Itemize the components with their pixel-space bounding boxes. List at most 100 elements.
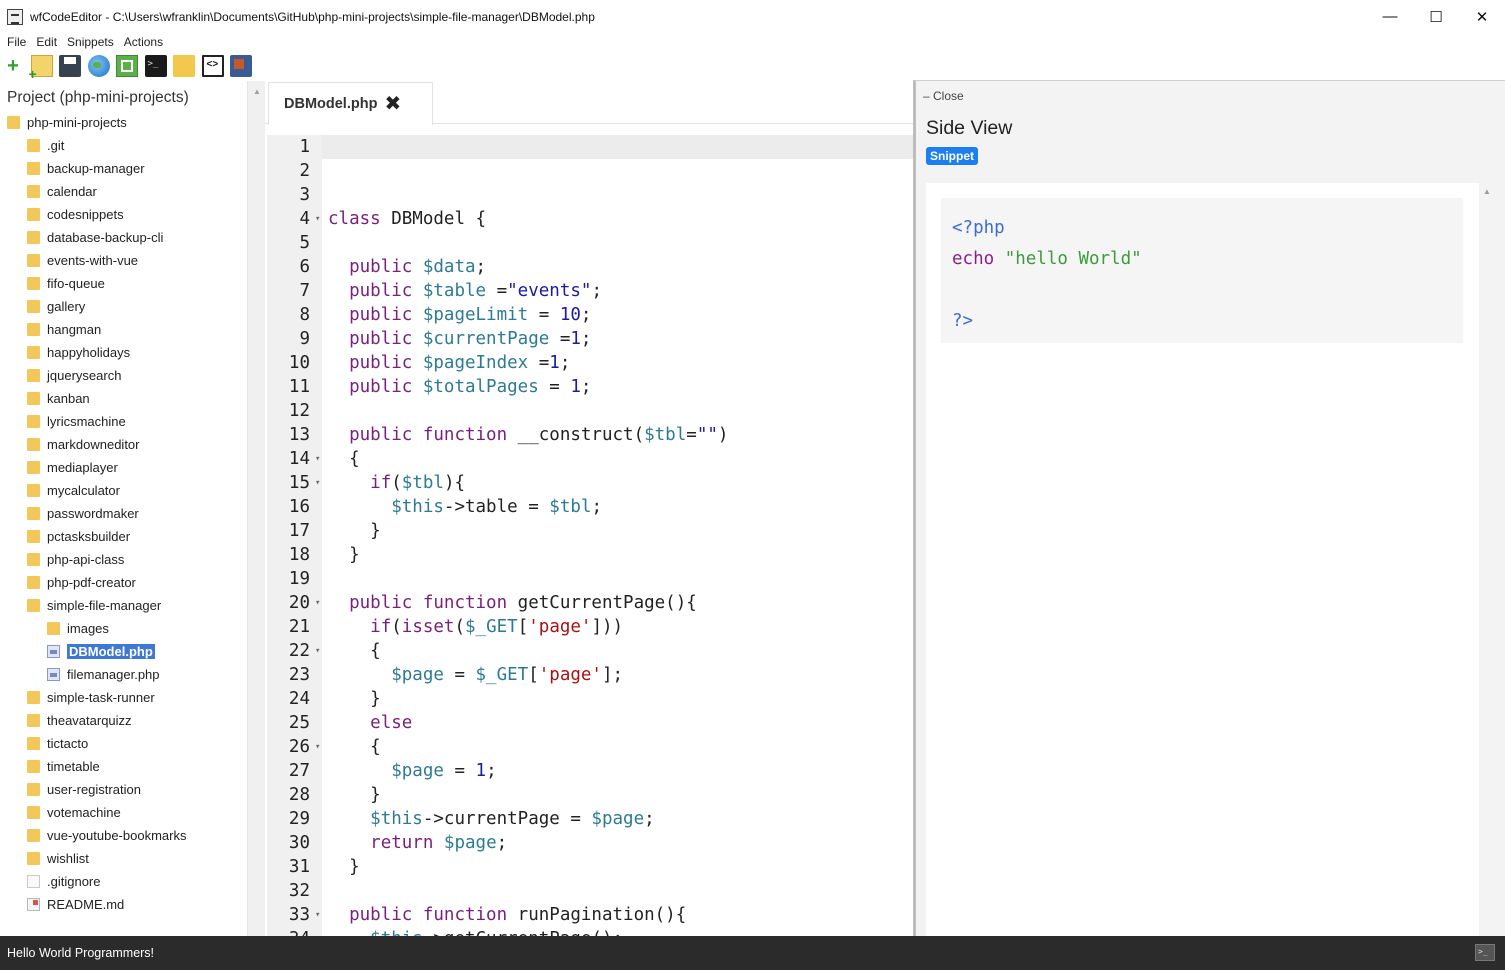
code-line: public function runPagination(){ <box>349 905 687 925</box>
tree-folder[interactable]: lyricsmachine <box>27 411 126 431</box>
line-number: 14 <box>288 449 310 469</box>
tree-item-label: calendar <box>47 183 97 199</box>
code-line: { <box>328 449 360 469</box>
tree-item-label: database-backup-cli <box>47 229 164 245</box>
folder-icon <box>27 391 40 405</box>
tree-folder[interactable]: fifo-queue <box>27 273 105 293</box>
tree-file[interactable]: filemanager.php <box>47 664 160 684</box>
code-line: { <box>328 641 381 661</box>
tree-folder[interactable]: timetable <box>27 756 100 776</box>
tree-folder[interactable]: passwordmaker <box>27 503 139 523</box>
line-number: 13 <box>288 425 310 445</box>
minimize-button[interactable]: — <box>1367 0 1413 33</box>
tree-folder[interactable]: happyholidays <box>27 342 130 362</box>
window-controls: — ☐ ✕ <box>1367 0 1505 33</box>
tree-folder[interactable]: php-api-class <box>27 549 124 569</box>
code-editor[interactable]: 1 2 3 4 ▾ 5 6 7 8 9 10 11 12 13 14 ▾ 15 ▾ 16 17 18 19 20 ▾ 21 22 ▾… <box>267 135 913 936</box>
save-icon[interactable] <box>59 55 81 77</box>
menu-actions[interactable]: Actions <box>124 35 163 49</box>
tree-item-label: php-api-class <box>47 551 125 567</box>
tree-folder[interactable]: codesnippets <box>27 204 124 224</box>
scroll-up-icon[interactable]: ▲ <box>253 87 261 96</box>
tree-folder[interactable]: hangman <box>27 319 101 339</box>
tree-folder[interactable]: markdowneditor <box>27 434 140 454</box>
line-number: 22 <box>288 641 310 661</box>
tree-folder[interactable]: images <box>47 618 109 638</box>
tree-folder[interactable]: vue-youtube-bookmarks <box>27 825 186 845</box>
folder-icon <box>27 598 40 612</box>
fold-toggle-icon[interactable]: ▾ <box>315 735 320 759</box>
tree-folder[interactable]: mediaplayer <box>27 457 118 477</box>
tree-folder[interactable]: user-registration <box>27 779 141 799</box>
tree-folder[interactable]: .git <box>27 135 64 155</box>
tree-item-label: wishlist <box>47 850 89 866</box>
tree-folder[interactable]: backup-manager <box>27 158 145 178</box>
tree-folder[interactable]: simple-file-manager <box>27 595 161 615</box>
side-view-content: <?php echo "hello World" ?> <box>926 183 1479 937</box>
tree-folder[interactable]: kanban <box>27 388 90 408</box>
tree-item-label: images <box>67 620 109 636</box>
tree-folder[interactable]: mycalculator <box>27 480 120 500</box>
menu-snippets[interactable]: Snippets <box>67 35 114 49</box>
terminal-toggle-icon[interactable] <box>1475 944 1495 961</box>
fold-toggle-icon[interactable]: ▾ <box>315 471 320 495</box>
sidebar-scrollbar[interactable]: ▲ <box>247 81 265 936</box>
side-view-scrollbar[interactable]: ▲ <box>1479 183 1495 937</box>
line-number: 28 <box>288 785 310 805</box>
code-line: public $data; <box>349 257 487 277</box>
folder-icon <box>27 529 40 543</box>
tree-file[interactable]: README.md <box>27 894 124 914</box>
tree-folder[interactable]: votemachine <box>27 802 121 822</box>
tree-folder[interactable]: wishlist <box>27 848 89 868</box>
add-icon[interactable] <box>2 55 24 77</box>
tree-folder[interactable]: gallery <box>27 296 85 316</box>
maximize-button[interactable]: ☐ <box>1413 0 1459 33</box>
fold-toggle-icon[interactable]: ▾ <box>315 447 320 471</box>
new-file-icon[interactable] <box>29 55 53 82</box>
tree-folder[interactable]: simple-task-runner <box>27 687 155 707</box>
tree-file[interactable]: DBModel.php <box>47 641 155 661</box>
menu-edit[interactable]: Edit <box>36 35 57 49</box>
fold-toggle-icon[interactable]: ▾ <box>315 639 320 663</box>
tree-item-label: fifo-queue <box>47 275 105 291</box>
tree-folder[interactable]: jquerysearch <box>27 365 121 385</box>
tab-dbmodel[interactable]: DBModel.php ✖ <box>268 82 433 125</box>
folder-icon <box>27 575 40 589</box>
tree-file[interactable]: .gitignore <box>27 871 100 891</box>
folder-icon <box>27 368 40 382</box>
code-line: } <box>328 521 381 541</box>
fold-toggle-icon[interactable]: ▾ <box>315 591 320 615</box>
tab-close-icon[interactable]: ✖ <box>384 94 401 114</box>
file-icon <box>47 644 60 658</box>
fold-toggle-icon[interactable]: ▾ <box>315 903 320 927</box>
grid-icon[interactable] <box>116 55 138 77</box>
code-view-icon[interactable] <box>201 55 224 77</box>
tree-folder[interactable]: tictacto <box>27 733 88 753</box>
scroll-up-icon[interactable]: ▲ <box>1483 187 1491 196</box>
book-icon[interactable] <box>230 55 252 77</box>
folder-icon[interactable] <box>173 55 195 77</box>
folder-icon <box>27 322 40 336</box>
tree-folder[interactable]: database-backup-cli <box>27 227 163 247</box>
tree-folder[interactable]: php-mini-projects <box>7 112 127 132</box>
fold-toggle-icon[interactable]: ▾ <box>315 207 320 231</box>
line-number: 6 <box>299 257 310 277</box>
line-number: 27 <box>288 761 310 781</box>
tree-folder[interactable]: events-with-vue <box>27 250 138 270</box>
tree-item-label: pctasksbuilder <box>47 528 131 544</box>
tree-folder[interactable]: calendar <box>27 181 97 201</box>
file-icon <box>27 874 40 888</box>
line-number: 23 <box>288 665 310 685</box>
globe-icon[interactable] <box>87 55 110 77</box>
tree-item-label: .git <box>47 137 65 153</box>
close-button[interactable]: ✕ <box>1459 0 1505 33</box>
code-line: $this->getCurrentPage(); <box>328 927 623 936</box>
tree-folder[interactable]: pctasksbuilder <box>27 526 130 546</box>
tree-item-label: votemachine <box>47 804 121 820</box>
menu-file[interactable]: File <box>7 35 26 49</box>
tree-folder[interactable]: theavatarquizz <box>27 710 132 730</box>
side-view-close-link[interactable]: – Close <box>923 89 964 103</box>
tree-folder[interactable]: php-pdf-creator <box>27 572 136 592</box>
line-number: 20 <box>288 593 310 613</box>
terminal-icon[interactable] <box>144 55 167 77</box>
